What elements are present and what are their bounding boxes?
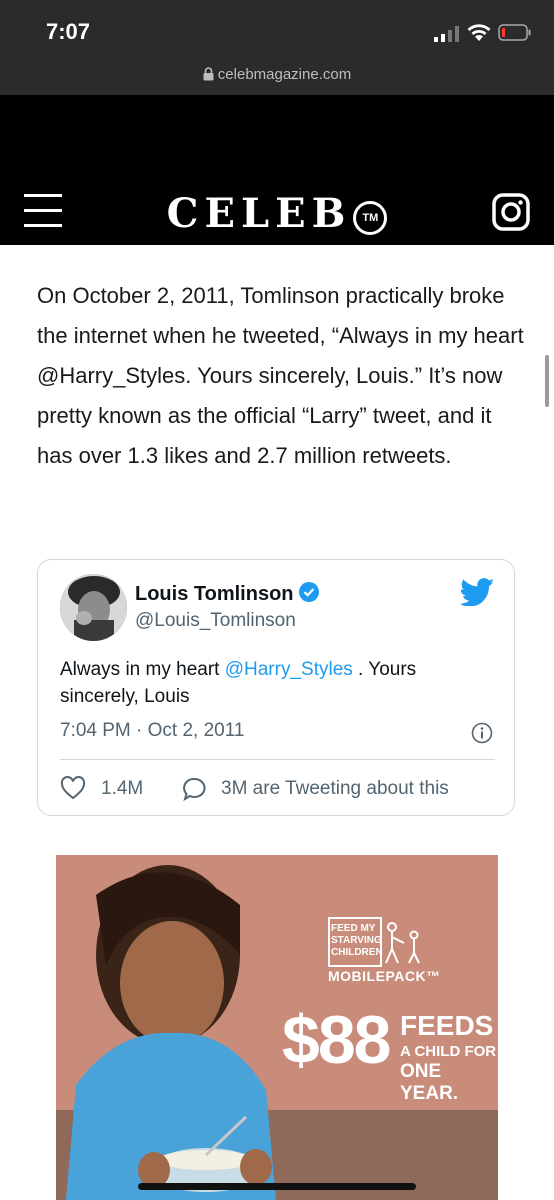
- reply-count-text: 3M are Tweeting about this: [221, 778, 449, 799]
- mention-link[interactable]: @Harry_Styles: [225, 659, 353, 680]
- cellular-signal-icon: [434, 26, 459, 42]
- tweet-timestamp[interactable]: 7:04 PM · Oct 2, 2011: [60, 720, 244, 742]
- address-bar[interactable]: celebmagazine.com: [0, 66, 554, 83]
- brand-line-2: STARVING: [331, 935, 382, 946]
- ad-line-child: A CHILD FOR: [400, 1043, 497, 1060]
- verified-badge-icon: [298, 582, 319, 602]
- status-bar: 7:07 celebmagazine.com: [0, 0, 554, 95]
- info-icon[interactable]: [471, 722, 493, 744]
- twitter-bird-icon[interactable]: [461, 578, 495, 606]
- like-count: 1.4M: [101, 778, 144, 799]
- heart-icon: [60, 776, 86, 800]
- ad-feeds-label: FEEDS: [400, 1010, 494, 1041]
- scrollbar[interactable]: [545, 355, 549, 407]
- home-indicator[interactable]: [138, 1183, 416, 1190]
- ad-line-year: ONE YEAR.: [400, 1061, 459, 1104]
- embedded-tweet[interactable]: Louis Tomlinson @Louis_Tomlinson Always …: [37, 559, 515, 816]
- instagram-icon[interactable]: [492, 193, 530, 231]
- tweet-author-name[interactable]: Louis Tomlinson: [135, 581, 320, 606]
- tweet-body: Always in my heart @Harry_Styles . Yours…: [60, 656, 490, 710]
- ad-child-photo: [66, 865, 276, 1200]
- battery-icon: [498, 24, 531, 41]
- ad-banner[interactable]: FEED MY STARVING CHILDREN MOBILEPACK™ $8…: [56, 855, 498, 1200]
- brand-line-1: FEED MY: [331, 923, 376, 934]
- reply-bubble-icon: [183, 777, 206, 802]
- author-name-text: Louis Tomlinson: [135, 583, 294, 605]
- tweet-text-start: Always in my heart: [60, 659, 225, 680]
- article-paragraph: On October 2, 2011, Tomlinson practicall…: [37, 283, 524, 468]
- url-text: celebmagazine.com: [217, 66, 352, 83]
- lock-icon: [203, 67, 214, 81]
- tweet-divider: [60, 759, 495, 760]
- tweet-author-handle[interactable]: @Louis_Tomlinson: [135, 610, 296, 632]
- trademark-badge: TM: [353, 201, 388, 235]
- logo-text: CELEB: [166, 190, 352, 237]
- brand-line-3: CHILDREN: [331, 947, 383, 958]
- ad-product-name: MOBILEPACK™: [328, 968, 441, 984]
- ad-price: $88: [282, 1002, 391, 1078]
- status-time: 7:07: [46, 19, 91, 44]
- family-figures-icon: [385, 922, 420, 964]
- avatar[interactable]: [60, 574, 127, 641]
- wifi-icon: [467, 24, 491, 41]
- site-logo[interactable]: CELEB TM: [0, 190, 554, 237]
